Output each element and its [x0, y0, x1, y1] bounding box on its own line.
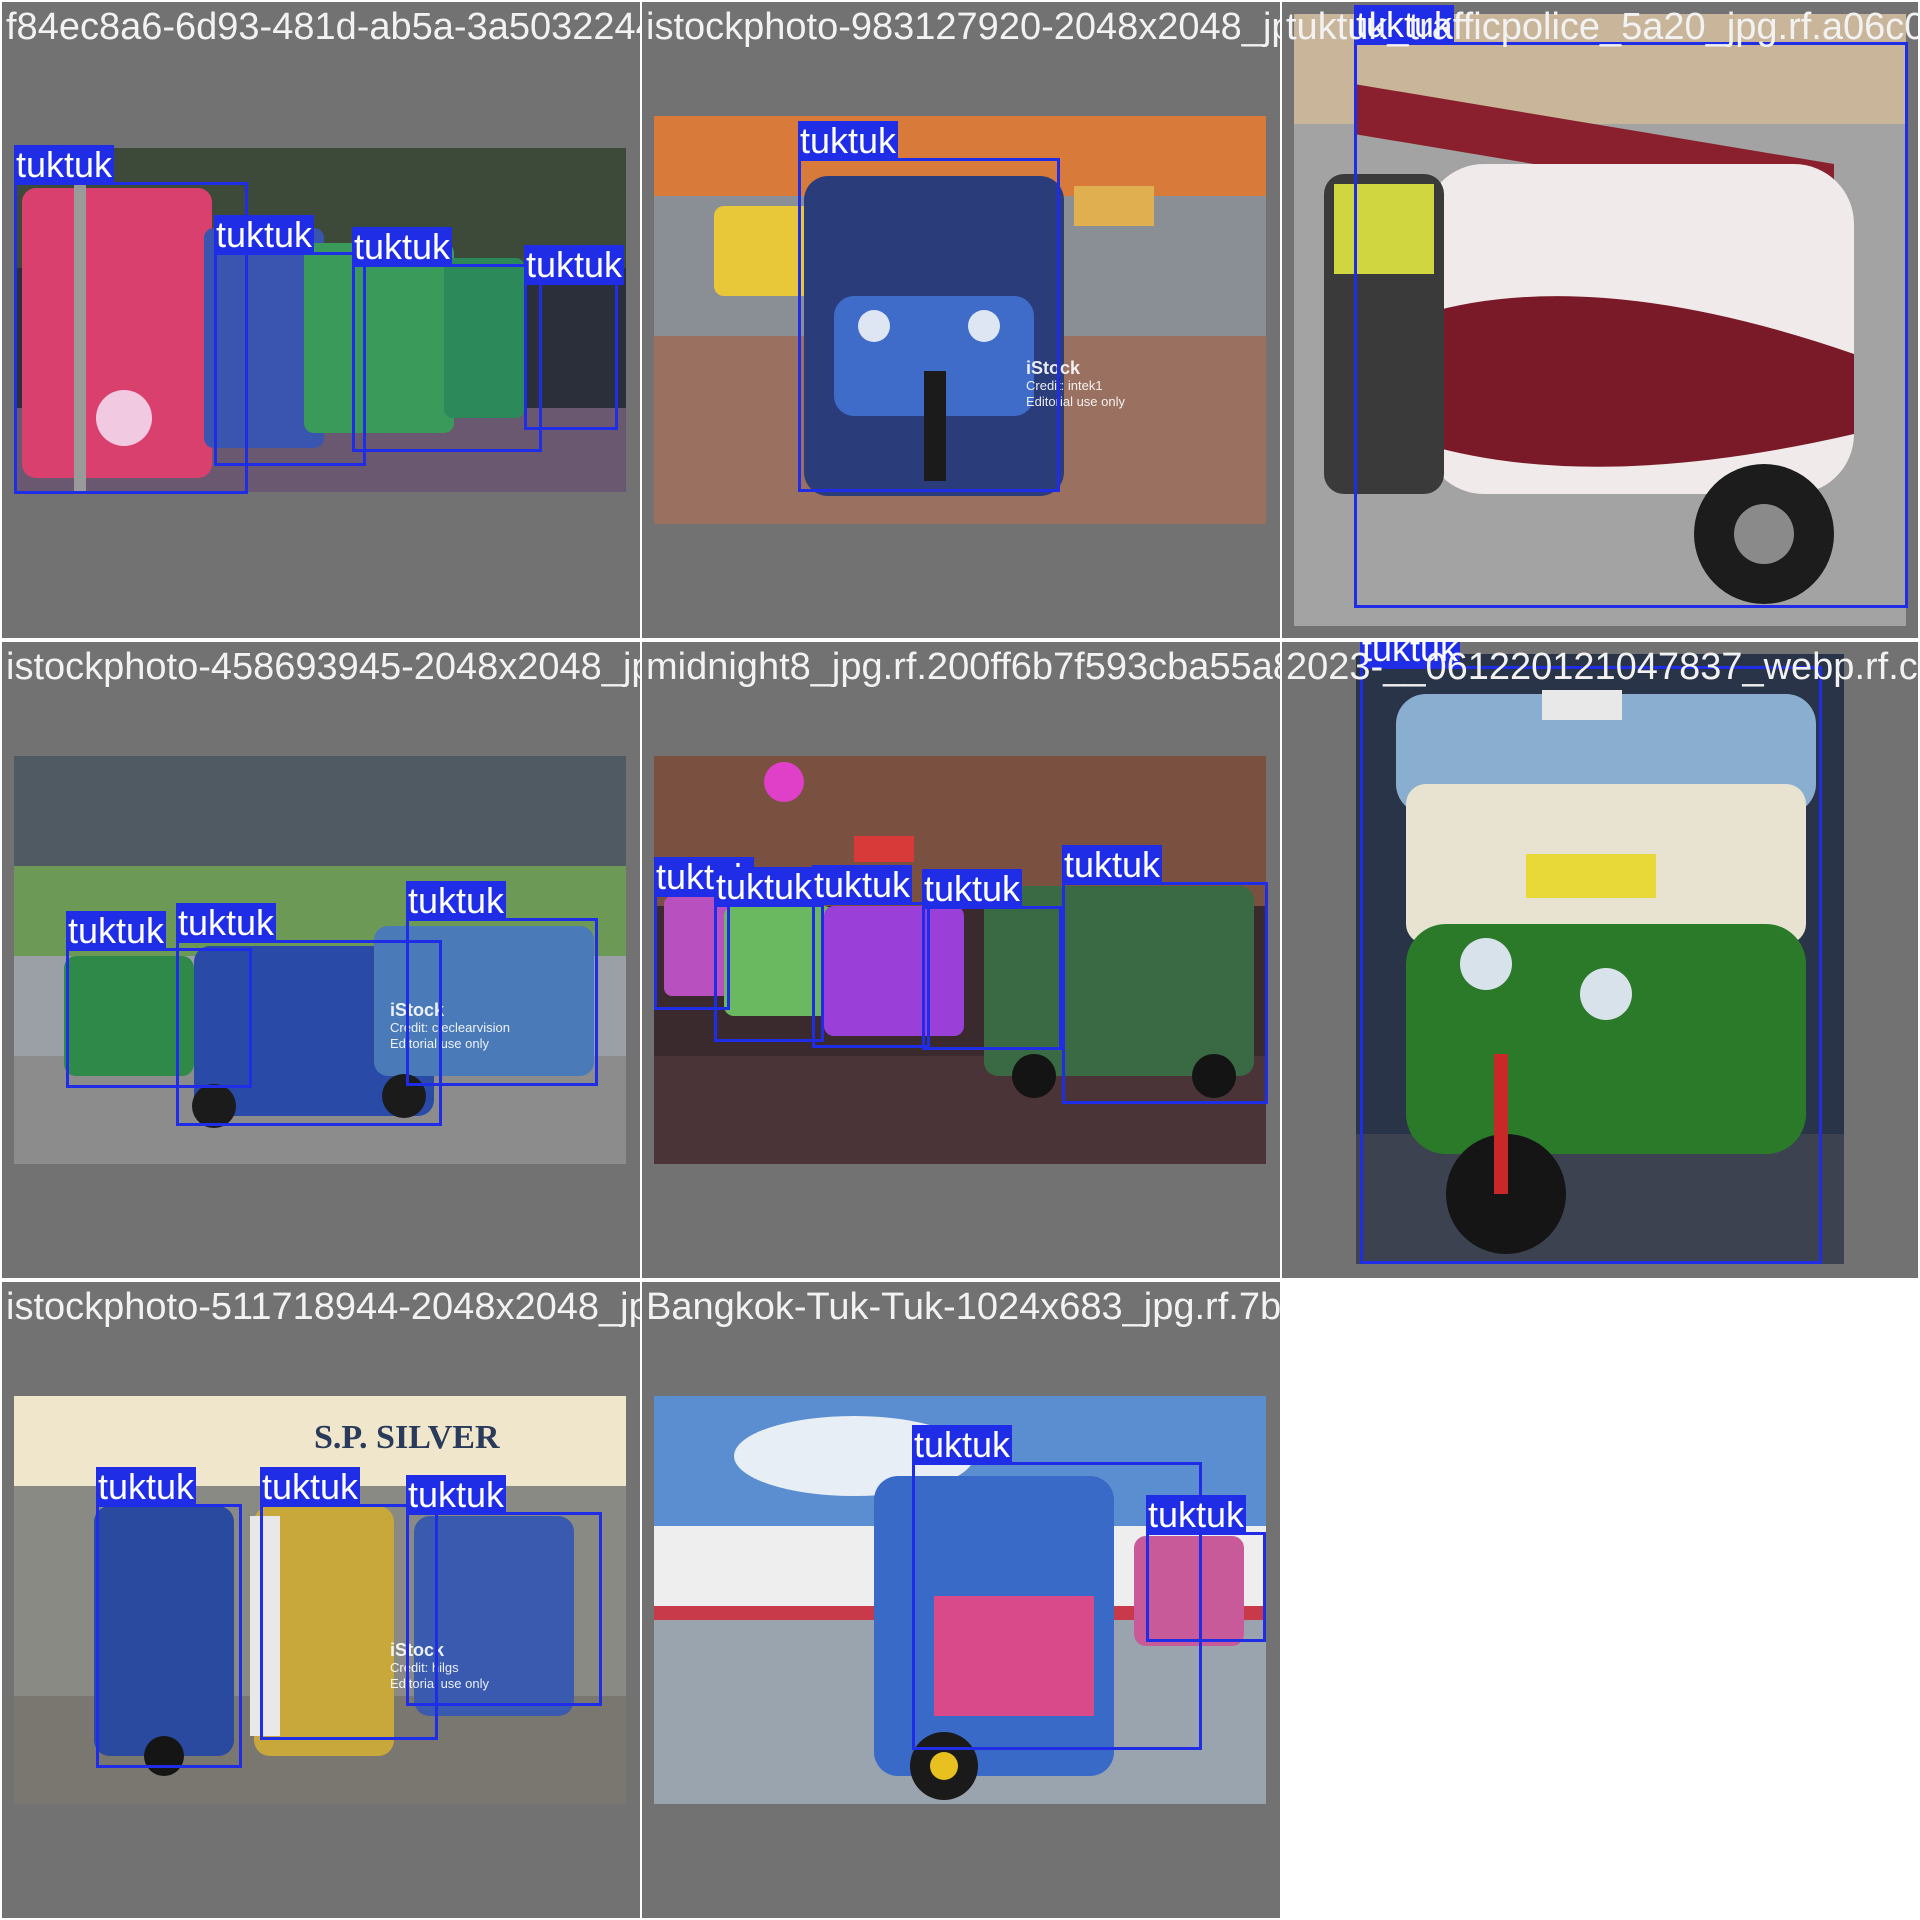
- detection-box: tuktuk: [406, 881, 598, 1086]
- tile-filename: 2023-__061220121047837_webp.rf.c: [1286, 646, 1918, 688]
- tile-1: tuktuk tuktuk tuktuk tuktuk f84ec8a6-6d9…: [2, 2, 640, 638]
- tile-filename: Bangkok-Tuk-Tuk-1024x683_jpg.rf.7b8b9dca: [646, 1286, 1280, 1328]
- tile-4: tuktuk tuktuk tuktuk iStock Credit: clec…: [2, 642, 640, 1278]
- detection-box: tuktuk: [352, 227, 542, 452]
- tile-2: tuktuk iStock Credit: intek1 Editorial u…: [642, 2, 1280, 638]
- detection-box: tuktuk: [922, 869, 1062, 1050]
- detection-label: tuktuk: [524, 244, 625, 285]
- detection-label: tuktuk: [406, 1474, 507, 1515]
- detection-box: tuktuk: [96, 1467, 242, 1768]
- detection-box: tuktuk: [524, 245, 625, 430]
- detection-label: tuktuk: [96, 1466, 197, 1507]
- detection-label: tuktuk: [66, 910, 167, 951]
- detection-box: tuktuk: [798, 121, 1060, 492]
- tile-filename: istockphoto-458693945-2048x2048_jpg.rf.a: [6, 646, 640, 688]
- tile-7: S.P. SILVER tuktuk tuktuk tuktuk iStock …: [2, 1282, 640, 1918]
- detection-label: tuktuk: [176, 902, 277, 943]
- detection-box: tuktuk: [1062, 845, 1268, 1104]
- tile-3: tuktuk tuktuk_trafficpolice_5a20_jpg.rf.…: [1282, 2, 1918, 638]
- detection-label: tuktuk: [1062, 844, 1163, 885]
- detection-label: tuktuk: [1146, 1494, 1247, 1535]
- tile-filename: istockphoto-511718944-2048x2048_jpg.rf.3: [6, 1286, 640, 1328]
- detection-box: tuktuk: [1146, 1495, 1266, 1642]
- tile-5: tuktuk tuktuk tuktuk tuktuk tuktuk midni…: [642, 642, 1280, 1278]
- tile-6: tuktuk 2023-__061220121047837_webp.rf.c: [1282, 642, 1918, 1278]
- detection-box: tuktuk: [1354, 5, 1908, 608]
- tile-8: tuktuk tuktuk Bangkok-Tuk-Tuk-1024x683_j…: [642, 1282, 1280, 1918]
- tile-filename: istockphoto-983127920-2048x2048_jp809: [646, 6, 1280, 48]
- tile-filename: tuktuk_trafficpolice_5a20_jpg.rf.a06c0: [1286, 6, 1918, 48]
- detection-label: tuktuk: [406, 880, 507, 921]
- detection-box: tuktuk: [176, 903, 442, 1126]
- shop-sign: S.P. SILVER: [314, 1419, 500, 1456]
- detection-label: tuktuk: [798, 120, 899, 161]
- detection-label: tuktuk: [14, 144, 115, 185]
- detection-box: tuktuk: [1360, 642, 1822, 1264]
- detection-label: tuktuk: [812, 864, 913, 905]
- tile-filename: midnight8_jpg.rf.200ff6b7f593cba55a82682: [646, 646, 1280, 688]
- detection-label: tuktuk: [260, 1466, 361, 1507]
- detection-label: tuktuk: [922, 868, 1023, 909]
- detection-label: tuktuk: [214, 214, 315, 255]
- tile-filename: f84ec8a6-6d93-481d-ab5a-3a50322445fd-120…: [6, 6, 640, 48]
- detection-box: tuktuk: [214, 215, 366, 466]
- detection-label: tuktuk: [912, 1424, 1013, 1465]
- detection-box: tuktuk: [714, 867, 824, 1042]
- detection-box: tuktuk: [406, 1475, 602, 1706]
- detection-label: tuktuk: [714, 866, 815, 907]
- detection-label: tuktuk: [352, 226, 453, 267]
- detection-box: tuktuk: [812, 865, 930, 1048]
- detection-mosaic: tuktuk tuktuk tuktuk tuktuk f84ec8a6-6d9…: [0, 0, 1920, 1920]
- detection-box: tuktuk: [14, 145, 248, 494]
